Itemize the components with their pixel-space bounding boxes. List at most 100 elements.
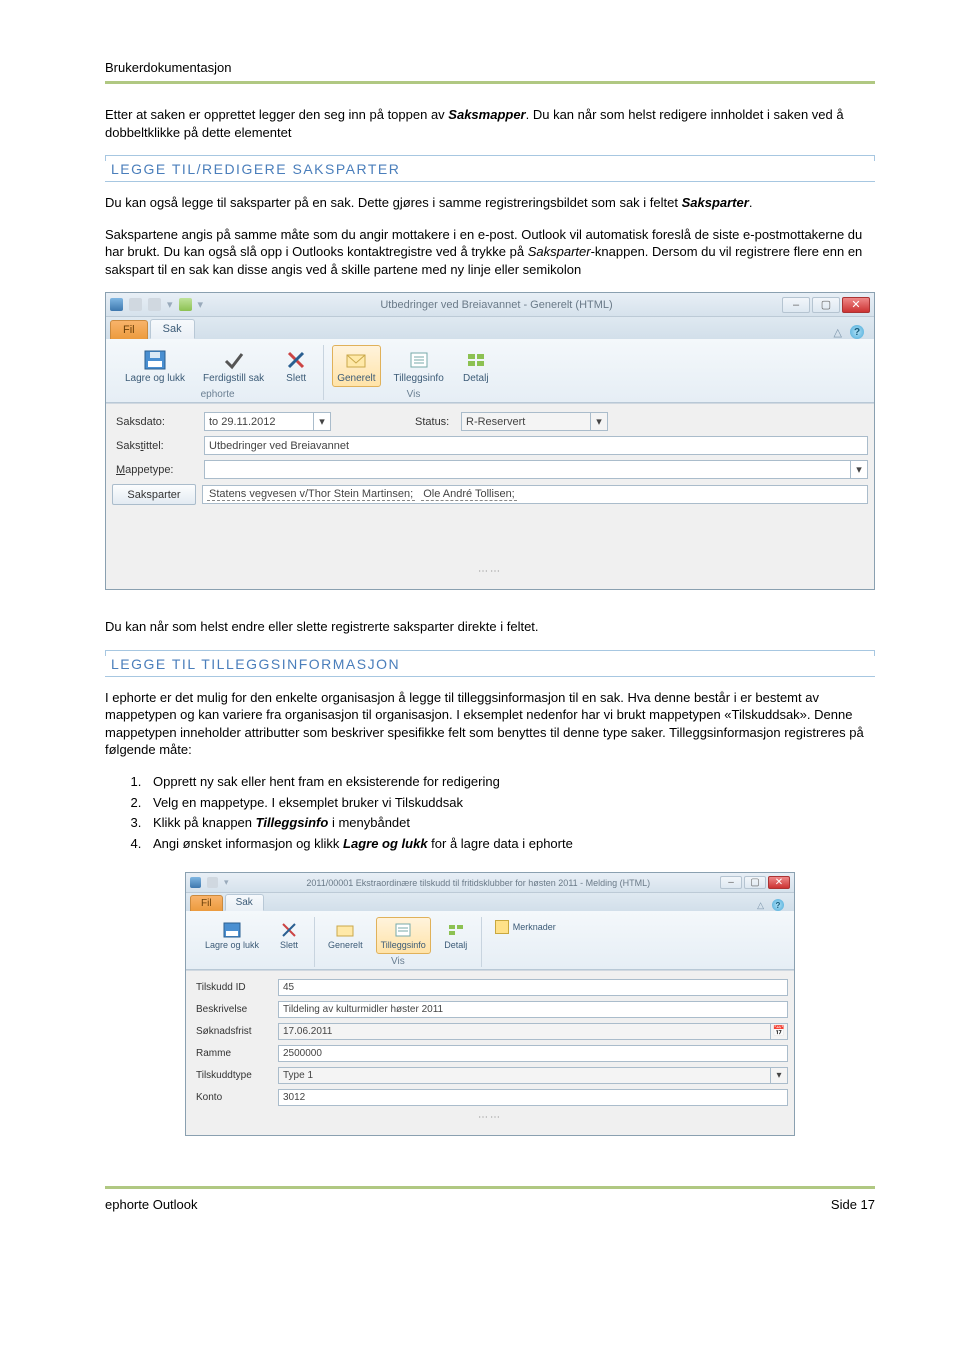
window-buttons-2: – ▢ ✕: [720, 876, 790, 889]
tab-strip-2: Fil Sak △ ?: [186, 893, 794, 911]
mappetype-input[interactable]: [204, 460, 851, 479]
undo-icon[interactable]: [207, 877, 218, 888]
tab-sak[interactable]: Sak: [150, 319, 195, 339]
redo-icon[interactable]: [148, 298, 161, 311]
qat-sep2: ▾: [198, 298, 204, 311]
tilskuddtype-label: Tilskuddtype: [192, 1070, 278, 1081]
generelt-button-2[interactable]: Generelt: [323, 917, 368, 954]
row-sakstittel: Sakstittel: Utbedringer ved Breiavannet: [112, 436, 868, 455]
sakstittel-input[interactable]: Utbedringer ved Breiavannet: [204, 436, 868, 455]
qat-2: ▾: [190, 877, 229, 888]
mappetype-dropdown[interactable]: ▾: [850, 460, 868, 479]
chip-1[interactable]: Statens vegvesen v/Thor Stein Martinsen;: [207, 488, 415, 501]
form-area-2: Tilskudd ID 45 Beskrivelse Tildeling av …: [186, 970, 794, 1135]
minimize-button[interactable]: –: [782, 297, 810, 313]
slett-label: Slett: [286, 373, 306, 384]
beskrivelse-input[interactable]: Tildeling av kulturmidler høster 2011: [278, 1001, 788, 1018]
save-icon[interactable]: [190, 877, 201, 888]
outlook-window-1: ▾ ▾ Utbedringer ved Breiavannet - Genere…: [105, 292, 875, 590]
delete-x-icon: [278, 920, 300, 940]
generelt-button[interactable]: Generelt: [332, 345, 380, 387]
lagre-label: Lagre og lukk: [125, 373, 185, 384]
soknadsfrist-calendar-icon[interactable]: 📅: [770, 1023, 788, 1040]
tab-fil[interactable]: Fil: [110, 320, 148, 339]
saksdato-dropdown[interactable]: ▾: [313, 412, 331, 431]
doc-header: Brukerdokumentasjon: [105, 60, 875, 75]
ramme-label: Ramme: [192, 1048, 278, 1059]
status-dropdown[interactable]: ▾: [590, 412, 608, 431]
ferdigstill-button[interactable]: Ferdigstill sak: [198, 345, 269, 387]
tilleggsinfo-button[interactable]: Tilleggsinfo: [389, 345, 449, 387]
close-button[interactable]: ✕: [842, 297, 870, 313]
window-title: Utbedringer ved Breiavannet - Generelt (…: [211, 299, 782, 311]
s1p1-c: .: [749, 195, 753, 210]
generelt-label-2: Generelt: [328, 941, 363, 951]
document-page: Brukerdokumentasjon Etter at saken er op…: [0, 0, 960, 1252]
help-icon[interactable]: ?: [850, 325, 864, 339]
soknadsfrist-input[interactable]: 17.06.2011: [278, 1023, 771, 1040]
ribbon-group-vis: Generelt Tilleggsinfo Deta: [324, 345, 503, 400]
arrow-icon[interactable]: [179, 298, 192, 311]
detalj-button[interactable]: Detalj: [457, 345, 495, 387]
ribbon-right: △ ?: [834, 325, 870, 339]
slett-button-2[interactable]: Slett: [272, 917, 306, 954]
resize-grip[interactable]: ⋯⋯: [112, 566, 868, 577]
header-rule: [105, 81, 875, 84]
saksdato-label: Saksdato:: [112, 416, 204, 428]
intro-em-saksmapper: Saksmapper: [448, 107, 525, 122]
konto-label: Konto: [192, 1092, 278, 1103]
lagre-og-lukk-button-2[interactable]: Lagre og lukk: [200, 917, 264, 954]
checklist-icon: [392, 920, 414, 940]
group-label-vis-2: Vis: [391, 956, 405, 967]
saksparter-button[interactable]: Saksparter: [112, 484, 196, 505]
detalj-label-2: Detalj: [444, 941, 467, 951]
merknader-button[interactable]: Merknader: [490, 917, 561, 937]
save-disk-icon: [221, 920, 243, 940]
tilskuddtype-dropdown[interactable]: ▾: [770, 1067, 788, 1084]
window-buttons: – ▢ ✕: [782, 297, 870, 313]
ramme-input[interactable]: 2500000: [278, 1045, 788, 1062]
save-icon[interactable]: [110, 298, 123, 311]
qat-sep: ▾: [167, 298, 173, 311]
titlebar-2: ▾ 2011/00001 Ekstraordinære tilskudd til…: [186, 873, 794, 893]
tilskudd-id-label: Tilskudd ID: [192, 982, 278, 993]
s1p1-a: Du kan også legge til saksparter på en s…: [105, 195, 682, 210]
row-konto: Konto 3012: [192, 1089, 788, 1106]
list-item: Velg en mappetype. I eksemplet bruker vi…: [145, 794, 875, 812]
tilleggsinfo-label: Tilleggsinfo: [394, 373, 444, 384]
slett-button[interactable]: Slett: [277, 345, 315, 387]
status-input[interactable]: R-Reservert: [461, 412, 591, 431]
tilleggsinfo-button-2[interactable]: Tilleggsinfo: [376, 917, 431, 954]
saksparter-input[interactable]: Statens vegvesen v/Thor Stein Martinsen;…: [202, 485, 868, 504]
maximize-button[interactable]: ▢: [744, 876, 766, 889]
resize-grip-2[interactable]: ⋯⋯: [192, 1112, 788, 1123]
konto-input[interactable]: 3012: [278, 1089, 788, 1106]
chip-2[interactable]: Ole André Tollisen;: [421, 488, 517, 501]
row-mappetype: Mappetype: ▾: [112, 460, 868, 479]
collapse-ribbon-icon[interactable]: △: [834, 326, 842, 339]
tab-sak-2[interactable]: Sak: [225, 894, 264, 911]
detalj-label: Detalj: [463, 373, 489, 384]
ribbon-group-ephorte: Lagre og lukk Ferdigstill sak: [112, 345, 324, 400]
close-button[interactable]: ✕: [768, 876, 790, 889]
ribbon: Lagre og lukk Ferdigstill sak: [106, 339, 874, 403]
row-saksparter: Saksparter Statens vegvesen v/Thor Stein…: [112, 484, 868, 505]
row-saksdato: Saksdato: to 29.11.2012 ▾ Status: R-Rese…: [112, 412, 868, 431]
saksdato-input[interactable]: to 29.11.2012: [204, 412, 314, 431]
detalj-button-2[interactable]: Detalj: [439, 917, 473, 954]
collapse-ribbon-icon[interactable]: △: [757, 900, 764, 911]
content: Etter at saken er opprettet legger den s…: [105, 106, 875, 1136]
maximize-button[interactable]: ▢: [812, 297, 840, 313]
minimize-button[interactable]: –: [720, 876, 742, 889]
tilskudd-id-input[interactable]: 45: [278, 979, 788, 996]
list-item: Opprett ny sak eller hent fram en eksist…: [145, 773, 875, 791]
titlebar: ▾ ▾ Utbedringer ved Breiavannet - Genere…: [106, 293, 874, 317]
help-icon[interactable]: ?: [772, 899, 784, 911]
ribbon-2: Lagre og lukk Slett: [186, 911, 794, 970]
tilskuddtype-input[interactable]: Type 1: [278, 1067, 771, 1084]
row-tilskuddtype: Tilskuddtype Type 1 ▾: [192, 1067, 788, 1084]
undo-icon[interactable]: [129, 298, 142, 311]
lagre-og-lukk-button[interactable]: Lagre og lukk: [120, 345, 190, 387]
tab-fil-2[interactable]: Fil: [190, 895, 223, 911]
s1p1-em: Saksparter: [682, 195, 749, 210]
